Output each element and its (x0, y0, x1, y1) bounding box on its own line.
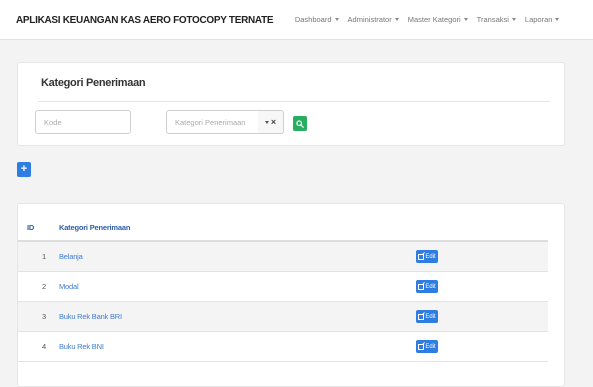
row-name-link[interactable]: Modal (59, 282, 79, 291)
edit-label: Edit (425, 283, 436, 290)
edit-icon (418, 313, 425, 320)
menu-dashboard-label: Dashboard (294, 15, 332, 24)
search-icon (296, 119, 304, 128)
caret-down-icon (511, 18, 516, 21)
edit-icon (418, 253, 425, 260)
row-id: 2 (42, 282, 47, 291)
edit-label: Edit (425, 313, 436, 320)
edit-button[interactable]: Edit (416, 310, 438, 323)
kategori-table: ID Kategori Penerimaan 1 Belanja Edit 2 … (17, 203, 565, 387)
column-header-id: ID (27, 223, 35, 232)
caret-down-icon (394, 18, 399, 21)
table-row: 3 Buku Rek Bank BRI Edit (18, 302, 548, 332)
top-navbar: APLIKASI KEUANGAN KAS AERO FOTOCOPY TERN… (0, 0, 593, 40)
row-name-link[interactable]: Buku Rek Bank BRI (59, 312, 122, 321)
main-menu: Dashboard Administrator Master Kategori … (295, 15, 569, 24)
menu-transaksi-label: Transaksi (476, 15, 509, 24)
kode-input[interactable] (35, 110, 131, 134)
edit-icon (418, 283, 425, 290)
plus-icon: + (20, 163, 28, 175)
close-icon: × (270, 117, 277, 127)
search-button[interactable] (293, 116, 307, 131)
add-button[interactable]: + (17, 162, 31, 177)
caret-down-icon (555, 18, 560, 21)
column-header-kategori: Kategori Penerimaan (59, 223, 131, 232)
panel-divider (38, 101, 550, 102)
menu-master-kategori-label: Master Kategori (407, 15, 461, 24)
page-title: Kategori Penerimaan (41, 77, 146, 89)
row-name-link[interactable]: Buku Rek BNI (59, 342, 104, 351)
menu-master-kategori[interactable]: Master Kategori (408, 15, 468, 24)
edit-button[interactable]: Edit (416, 250, 438, 263)
edit-button[interactable]: Edit (416, 280, 438, 293)
edit-icon (418, 343, 425, 350)
app-brand[interactable]: APLIKASI KEUANGAN KAS AERO FOTOCOPY TERN… (16, 14, 274, 26)
row-id: 4 (42, 342, 47, 351)
clear-button[interactable]: × (258, 110, 284, 134)
caret-down-icon (463, 18, 468, 21)
row-id: 3 (42, 312, 47, 321)
menu-dashboard[interactable]: Dashboard (295, 15, 339, 24)
table-row: 2 Modal Edit (18, 272, 548, 302)
menu-laporan-label: Laporan (524, 15, 553, 24)
row-name-link[interactable]: Belanja (59, 252, 83, 261)
filter-panel: Kategori Penerimaan × (17, 62, 565, 146)
kategori-input[interactable] (166, 110, 259, 134)
caret-down-icon (334, 18, 339, 21)
edit-button[interactable]: Edit (416, 340, 438, 353)
menu-administrator[interactable]: Administrator (348, 15, 399, 24)
menu-laporan[interactable]: Laporan (525, 15, 560, 24)
menu-transaksi[interactable]: Transaksi (477, 15, 516, 24)
table-row: 1 Belanja Edit (18, 242, 548, 272)
edit-label: Edit (425, 343, 436, 350)
table-row: 4 Buku Rek BNI Edit (18, 332, 548, 362)
menu-administrator-label: Administrator (347, 15, 392, 24)
row-id: 1 (42, 252, 47, 261)
caret-down-icon (264, 120, 269, 124)
edit-label: Edit (425, 253, 436, 260)
